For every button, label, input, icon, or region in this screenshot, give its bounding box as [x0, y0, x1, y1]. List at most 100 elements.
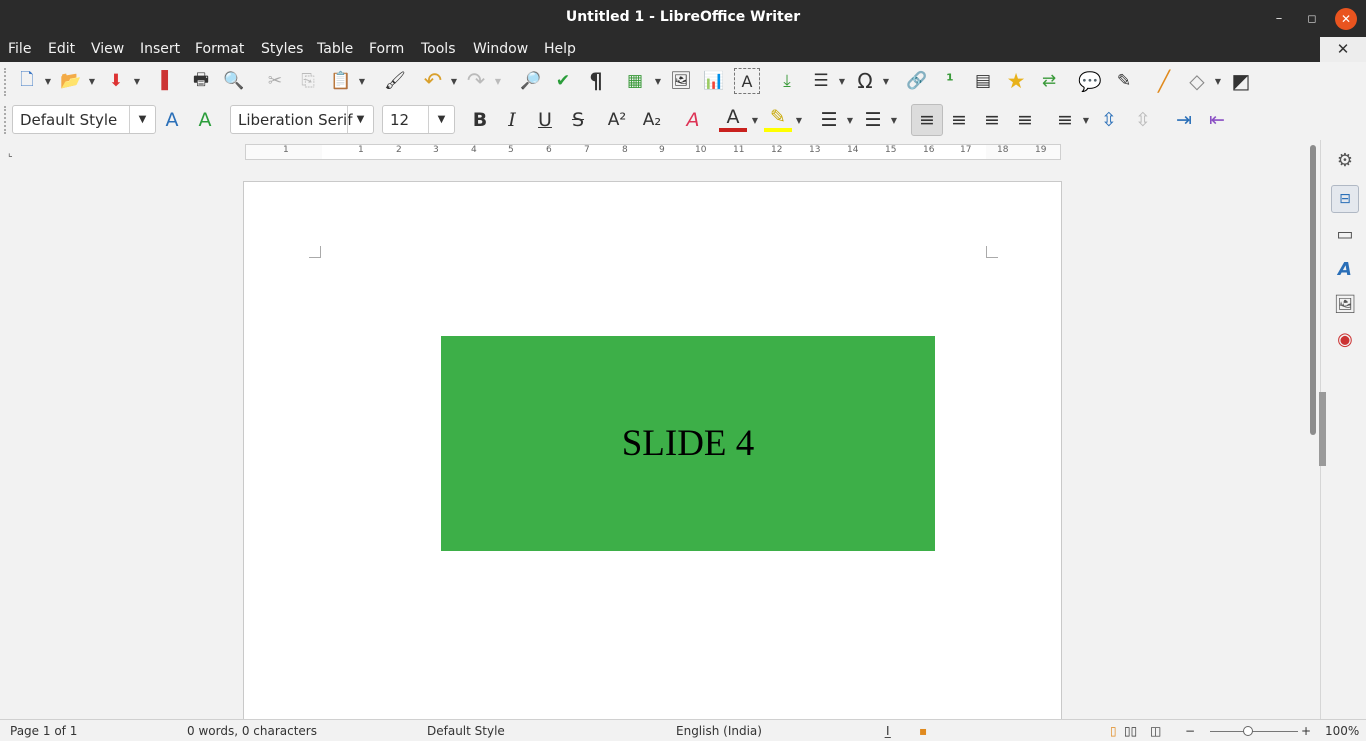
line-icon[interactable]: ╱ — [1151, 68, 1177, 94]
page-icon[interactable]: ▭ — [1331, 220, 1359, 248]
bold-button[interactable]: B — [466, 106, 494, 134]
font-size-combo[interactable]: 12 ▼ — [382, 105, 455, 134]
document-page[interactable]: SLIDE 4 — [243, 181, 1062, 719]
single-page-view-icon[interactable]: ▯ — [1110, 724, 1117, 738]
minimize-button[interactable]: – — [1268, 8, 1290, 30]
zoom-slider[interactable] — [1210, 731, 1298, 732]
open-folder-icon[interactable]: 📂 — [58, 68, 84, 94]
language[interactable]: English (India) — [676, 724, 762, 738]
page-break-icon[interactable]: ⤓ — [774, 68, 800, 94]
increase-paragraph-spacing-button[interactable]: ⇳ — [1095, 106, 1123, 134]
track-changes-icon[interactable]: ✎ — [1111, 68, 1137, 94]
paste-icon[interactable]: 📋 — [328, 68, 354, 94]
insert-field-dropdown[interactable]: ▼ — [838, 68, 846, 94]
special-character-dropdown[interactable]: ▼ — [882, 68, 890, 94]
page-style[interactable]: Default Style — [427, 724, 505, 738]
navigator-icon[interactable]: ◉ — [1331, 325, 1359, 353]
menu-form[interactable]: Form — [369, 41, 404, 57]
toolbar-grip[interactable] — [4, 68, 6, 96]
page-count[interactable]: Page 1 of 1 — [10, 724, 77, 738]
book-view-icon[interactable]: ◫ — [1150, 724, 1161, 738]
menu-styles[interactable]: Styles — [261, 41, 303, 57]
line-spacing-button[interactable]: ≡ — [1051, 106, 1079, 134]
highlight-button[interactable]: ✎ — [764, 106, 792, 132]
slide-image[interactable]: SLIDE 4 — [441, 336, 935, 551]
hyperlink-icon[interactable]: 🔗 — [904, 68, 930, 94]
maximize-button[interactable]: ◻ — [1301, 8, 1323, 30]
justify-button[interactable]: ≡ — [1011, 106, 1039, 134]
find-replace-icon[interactable]: 🔎 — [518, 68, 544, 94]
zoom-slider-knob[interactable] — [1243, 726, 1253, 736]
draw-functions-icon[interactable]: ◩ — [1228, 68, 1254, 94]
insert-field-icon[interactable]: ☰ — [808, 68, 834, 94]
subscript-button[interactable]: A₂ — [638, 106, 666, 134]
paste-dropdown[interactable]: ▼ — [358, 68, 366, 94]
new-document-icon[interactable]: 🗋 — [14, 68, 40, 94]
menu-tools[interactable]: Tools — [421, 41, 456, 57]
word-count[interactable]: 0 words, 0 characters — [187, 724, 317, 738]
new-document-dropdown[interactable]: ▼ — [44, 68, 52, 94]
toolbar-grip[interactable] — [4, 106, 6, 134]
footnote-icon[interactable]: ¹ — [937, 68, 963, 94]
paragraph-style-combo[interactable]: Default Style ▼ — [12, 105, 156, 134]
menu-file[interactable]: File — [8, 41, 31, 57]
multi-page-view-icon[interactable]: ▯▯ — [1124, 724, 1137, 738]
document-modified-icon[interactable]: ▪ — [919, 724, 927, 738]
font-name-combo[interactable]: Liberation Serif ▼ — [230, 105, 374, 134]
menu-table[interactable]: Table — [317, 41, 353, 57]
menu-format[interactable]: Format — [195, 41, 244, 57]
align-left-button[interactable]: ≡ — [911, 104, 943, 136]
decrease-paragraph-spacing-button[interactable]: ⇳ — [1129, 106, 1157, 134]
scrollbar-thumb[interactable] — [1310, 145, 1316, 435]
sidebar-settings-icon[interactable]: ⚙ — [1331, 146, 1359, 174]
insert-textbox-icon[interactable]: A — [734, 68, 760, 94]
highlight-dropdown[interactable]: ▼ — [795, 107, 803, 133]
line-spacing-dropdown[interactable]: ▼ — [1082, 107, 1090, 133]
numbering-dropdown[interactable]: ▼ — [890, 107, 898, 133]
insert-table-dropdown[interactable]: ▼ — [654, 68, 662, 94]
font-color-button[interactable]: A — [719, 106, 747, 132]
font-color-dropdown[interactable]: ▼ — [751, 107, 759, 133]
zoom-in-button[interactable]: + — [1301, 724, 1311, 738]
spelling-icon[interactable]: ✔ — [550, 68, 576, 94]
comment-icon[interactable]: 💬 — [1077, 68, 1103, 94]
superscript-button[interactable]: A² — [603, 106, 631, 134]
properties-icon[interactable]: ⊟ — [1331, 185, 1359, 213]
copy-icon[interactable]: ⎘ — [295, 68, 321, 94]
close-document-button[interactable]: ✕ — [1333, 39, 1353, 59]
redo-icon[interactable]: ↷ — [463, 68, 489, 94]
insert-table-icon[interactable]: ▦ — [622, 68, 648, 94]
bookmark-icon[interactable]: ★ — [1003, 68, 1029, 94]
sidebar-collapse-handle[interactable] — [1319, 392, 1326, 466]
numbering-button[interactable]: ☰ — [859, 106, 887, 134]
menu-edit[interactable]: Edit — [48, 41, 75, 57]
document-area[interactable]: SLIDE 4 — [0, 162, 1308, 719]
print-preview-icon[interactable]: 🔍 — [221, 68, 247, 94]
new-style-icon[interactable]: A — [191, 106, 219, 134]
basic-shapes-icon[interactable]: ◇ — [1184, 68, 1210, 94]
formatting-marks-icon[interactable]: ¶ — [583, 68, 609, 94]
save-dropdown[interactable]: ▼ — [133, 68, 141, 94]
horizontal-ruler[interactable]: 1 1 2 3 4 5 6 7 8 9 10 11 12 13 14 15 16… — [245, 144, 1061, 160]
underline-button[interactable]: U — [531, 106, 559, 134]
save-icon[interactable]: ⬇ — [103, 68, 129, 94]
decrease-indent-button[interactable]: ⇤ — [1203, 106, 1231, 134]
cross-reference-icon[interactable]: ⇄ — [1036, 68, 1062, 94]
zoom-level[interactable]: 100% — [1325, 724, 1359, 738]
cut-icon[interactable]: ✂ — [262, 68, 288, 94]
basic-shapes-dropdown[interactable]: ▼ — [1214, 68, 1222, 94]
align-center-button[interactable]: ≡ — [945, 106, 973, 134]
update-style-icon[interactable]: A — [158, 106, 186, 134]
chevron-down-icon[interactable]: ▼ — [428, 106, 454, 133]
export-pdf-icon[interactable]: ▌ — [155, 68, 181, 94]
close-window-button[interactable]: ✕ — [1335, 8, 1357, 30]
strikethrough-button[interactable]: S — [564, 106, 592, 134]
chevron-down-icon[interactable]: ▼ — [347, 106, 373, 133]
chevron-down-icon[interactable]: ▼ — [129, 106, 155, 133]
bullets-dropdown[interactable]: ▼ — [846, 107, 854, 133]
open-dropdown[interactable]: ▼ — [88, 68, 96, 94]
clear-formatting-button[interactable]: A — [679, 106, 707, 134]
special-character-icon[interactable]: Ω — [852, 68, 878, 94]
menu-help[interactable]: Help — [544, 41, 576, 57]
redo-dropdown[interactable]: ▼ — [494, 68, 502, 94]
